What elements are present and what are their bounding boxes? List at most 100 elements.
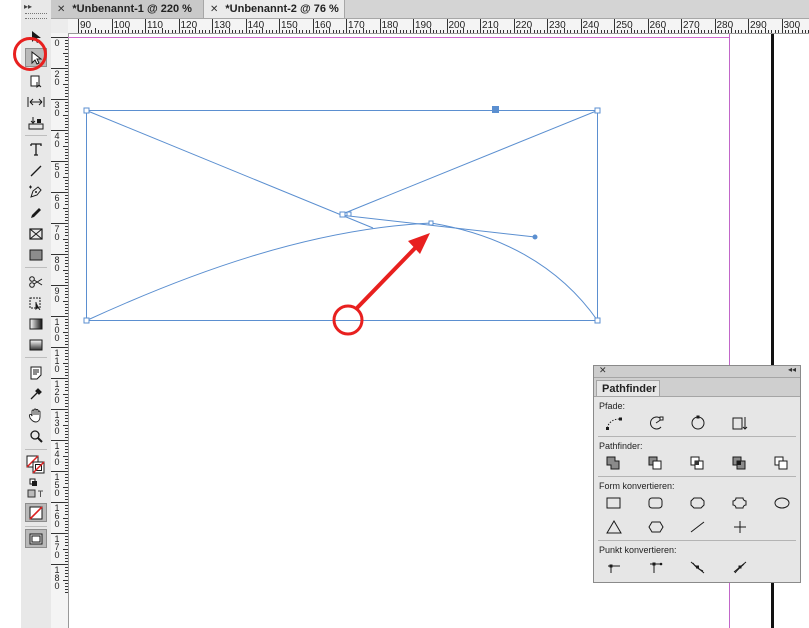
rectangle-tool[interactable] (25, 245, 47, 264)
ruler-major-tick (714, 19, 716, 33)
default-colors-swatch[interactable] (25, 477, 47, 487)
convert-inverse-rounded-rectangle-button[interactable] (730, 494, 750, 512)
anchor-point[interactable] (428, 220, 434, 226)
corner-point-icon (650, 562, 663, 573)
frame-icon (29, 227, 43, 240)
ruler-origin[interactable] (51, 19, 69, 34)
panel-title-bar[interactable]: ✕ ◂◂ (594, 365, 800, 378)
open-path-button[interactable] (646, 414, 666, 432)
path-curve[interactable] (86, 222, 432, 321)
gap-tool[interactable] (25, 92, 47, 111)
gradient-feather-tool[interactable] (25, 335, 47, 354)
ruler-minor-tick (406, 30, 408, 33)
ruler-minor-tick (128, 28, 130, 33)
scissors-tool[interactable] (25, 272, 47, 291)
panel-grip[interactable] (25, 13, 47, 19)
smooth-point-button[interactable] (688, 558, 708, 576)
convert-orthogonal-line-button[interactable] (730, 518, 750, 536)
convert-beveled-rectangle-button[interactable] (688, 494, 708, 512)
convert-rounded-rectangle-button[interactable] (646, 494, 666, 512)
convert-line-button[interactable] (688, 518, 708, 536)
content-collector-tool[interactable] (25, 113, 47, 132)
exclude-overlap-button[interactable] (730, 454, 750, 472)
collapse-panel-icon[interactable]: ▸▸ (24, 2, 48, 12)
path-segment[interactable] (339, 110, 598, 216)
pen-tool[interactable] (25, 182, 47, 201)
tab-unbenannt-2[interactable]: ✕ *Unbenannt-2 @ 76 % (204, 0, 345, 18)
ruler-minor-tick (590, 30, 592, 33)
anchor-point[interactable] (83, 317, 90, 324)
ruler-minor-tick (794, 30, 796, 33)
ruler-minor-tick (784, 30, 786, 33)
add-button[interactable] (604, 454, 624, 472)
line-tool[interactable] (25, 161, 47, 180)
ruler-major-tick (480, 19, 481, 33)
eyedropper-tool[interactable] (25, 384, 47, 403)
symmetrical-point-icon (733, 561, 747, 574)
convert-rectangle-button[interactable] (604, 494, 624, 512)
symmetrical-point-button[interactable] (730, 558, 750, 576)
close-icon[interactable]: ✕ (57, 4, 65, 15)
free-transform-tool[interactable] (25, 293, 47, 312)
note-tool[interactable] (25, 363, 47, 382)
intersect-button[interactable] (688, 454, 708, 472)
path-segment[interactable] (86, 110, 374, 229)
frame-center-point[interactable] (492, 106, 499, 113)
ruler-minor-tick (691, 30, 693, 33)
collapse-icon[interactable]: ◂◂ (788, 365, 796, 374)
close-icon[interactable]: ✕ (210, 4, 218, 15)
gradient-swatch-tool[interactable] (25, 314, 47, 333)
anchor-point[interactable] (339, 211, 346, 218)
ruler-minor-tick (161, 28, 163, 33)
anchor-point[interactable] (346, 211, 352, 217)
tab-pathfinder[interactable]: Pathfinder (596, 380, 660, 396)
handle-endpoint[interactable] (532, 234, 538, 240)
join-path-button[interactable] (604, 414, 624, 432)
formatting-affects-toggle[interactable] (25, 488, 47, 498)
section-divider (598, 436, 796, 437)
corner-point-button[interactable] (646, 558, 666, 576)
ruler-minor-tick (443, 30, 445, 33)
ruler-minor-tick (717, 30, 719, 33)
vertical-ruler[interactable]: 0 20 30 40 50 60 70 80 90 100 110 120 130 140 150 160 17… (51, 33, 69, 628)
horizontal-ruler[interactable]: 90 100 110 120 130 140 150 160 170 180 190 200 210 22… (68, 19, 809, 34)
ruler-minor-tick (275, 30, 277, 33)
pencil-icon (31, 207, 41, 218)
ruler-minor-tick (222, 30, 224, 33)
type-tool[interactable] (25, 140, 47, 159)
screen-mode-button[interactable] (25, 529, 47, 548)
anchor-point[interactable] (83, 107, 90, 114)
ruler-label: 100 (54, 317, 60, 343)
ruler-major-tick (78, 19, 79, 33)
fill-stroke-swatch[interactable] (25, 455, 47, 474)
plain-point-button[interactable] (604, 558, 624, 576)
ruler-minor-tick (597, 28, 599, 33)
anchor-point[interactable] (594, 317, 601, 324)
subtract-icon (648, 456, 662, 470)
rectangle-frame-tool[interactable] (25, 224, 47, 243)
apply-none-button[interactable] (25, 503, 47, 522)
ruler-major-tick (647, 19, 649, 33)
tools-separator (25, 135, 47, 136)
ruler-minor-tick (198, 30, 200, 33)
subtract-button[interactable] (646, 454, 666, 472)
ruler-minor-tick (754, 30, 756, 33)
zoom-tool[interactable] (25, 426, 47, 445)
path-curve[interactable] (430, 222, 598, 321)
inverse-rounded-rectangle-icon (732, 497, 747, 509)
anchor-point[interactable] (594, 107, 601, 114)
close-path-button[interactable] (688, 414, 708, 432)
pencil-tool[interactable] (25, 203, 47, 222)
page-tool[interactable] (25, 71, 47, 90)
ruler-minor-tick (362, 28, 364, 33)
hand-tool[interactable] (25, 405, 47, 424)
minus-back-button[interactable] (772, 454, 792, 472)
ruler-label: 70 (54, 224, 60, 242)
ruler-major-tick (681, 19, 682, 33)
reverse-path-button[interactable] (730, 414, 750, 432)
convert-polygon-button[interactable] (646, 518, 666, 536)
convert-ellipse-button[interactable] (772, 494, 792, 512)
close-icon[interactable]: ✕ (599, 365, 607, 376)
tab-unbenannt-1[interactable]: ✕ *Unbenannt-1 @ 220 % (51, 0, 204, 18)
convert-triangle-button[interactable] (604, 518, 624, 536)
